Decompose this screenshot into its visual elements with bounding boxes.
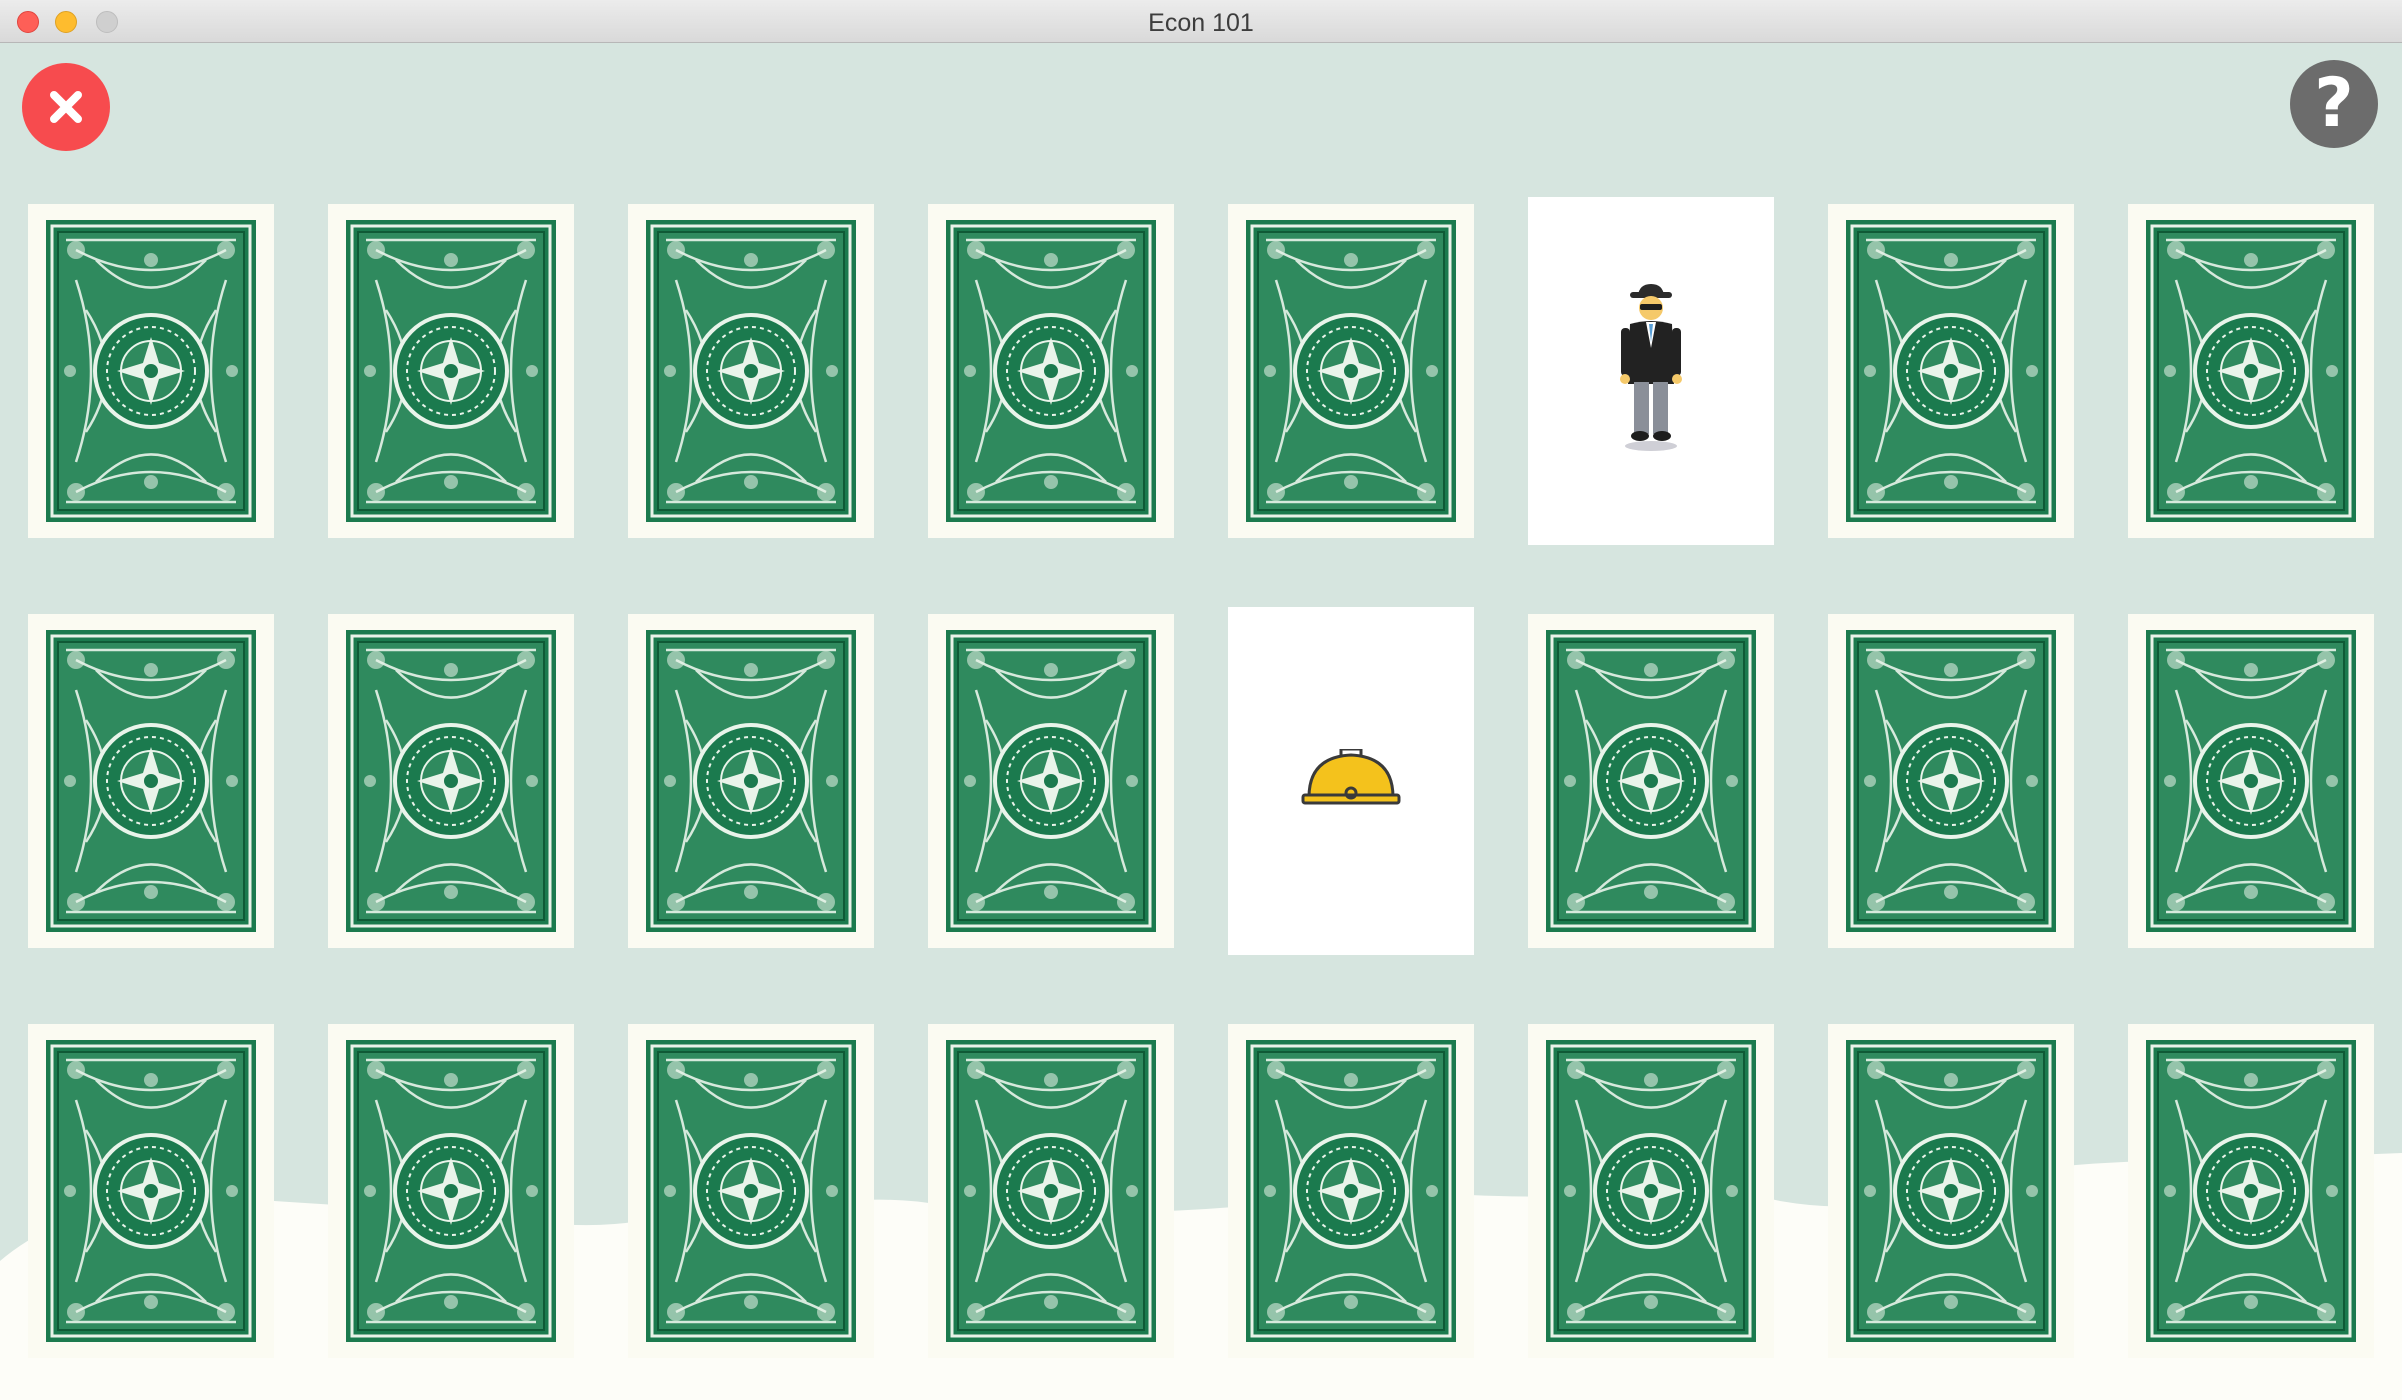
window-title: Econ 101 — [1148, 9, 1254, 37]
game-area: ? — [0, 43, 2402, 1400]
card-back-pattern — [946, 220, 1156, 522]
memory-card[interactable] — [928, 204, 1174, 538]
memory-card[interactable] — [1228, 1024, 1474, 1358]
memory-card[interactable] — [928, 614, 1174, 948]
card-back-pattern — [346, 630, 556, 932]
memory-card[interactable] — [2128, 614, 2374, 948]
card-back-pattern — [2146, 1040, 2356, 1342]
memory-card[interactable] — [2128, 204, 2374, 538]
memory-card[interactable] — [328, 1024, 574, 1358]
memory-card[interactable] — [28, 1024, 274, 1358]
card-back-pattern — [646, 220, 856, 522]
question-mark-icon: ? — [2314, 64, 2354, 143]
card-back-pattern — [1546, 1040, 1756, 1342]
memory-card[interactable] — [628, 204, 874, 538]
card-back-pattern — [46, 1040, 256, 1342]
memory-card[interactable] — [2128, 1024, 2374, 1358]
card-back-pattern — [946, 1040, 1156, 1342]
card-back-pattern — [46, 630, 256, 932]
memory-card[interactable] — [628, 614, 874, 948]
memory-card[interactable] — [1528, 197, 1774, 545]
window-title-bar: Econ 101 — [0, 0, 2402, 43]
memory-card[interactable] — [928, 1024, 1174, 1358]
card-back-pattern — [646, 1040, 856, 1342]
memory-card[interactable] — [1528, 1024, 1774, 1358]
memory-card[interactable] — [328, 204, 574, 538]
card-back-pattern — [1246, 220, 1456, 522]
close-game-button[interactable] — [22, 63, 110, 151]
memory-card[interactable] — [1828, 204, 2074, 538]
card-back-pattern — [1246, 1040, 1456, 1342]
memory-card[interactable] — [628, 1024, 874, 1358]
businessman-icon — [1616, 283, 1686, 459]
memory-card[interactable] — [1828, 1024, 2074, 1358]
card-back-pattern — [646, 630, 856, 932]
memory-card[interactable] — [1228, 607, 1474, 955]
card-back-pattern — [946, 630, 1156, 932]
memory-card[interactable] — [28, 614, 274, 948]
help-button[interactable]: ? — [2290, 60, 2378, 148]
card-back-pattern — [2146, 220, 2356, 522]
card-back-pattern — [346, 220, 556, 522]
card-back-pattern — [1546, 630, 1756, 932]
card-back-pattern — [2146, 630, 2356, 932]
card-back-pattern — [346, 1040, 556, 1342]
card-back-pattern — [46, 220, 256, 522]
memory-card[interactable] — [1828, 614, 2074, 948]
close-icon — [50, 91, 82, 123]
memory-card[interactable] — [1528, 614, 1774, 948]
card-back-pattern — [1846, 1040, 2056, 1342]
memory-card[interactable] — [28, 204, 274, 538]
memory-card[interactable] — [328, 614, 574, 948]
card-back-pattern — [1846, 220, 2056, 522]
hard-hat-icon — [1301, 747, 1401, 814]
memory-card[interactable] — [1228, 204, 1474, 538]
card-back-pattern — [1846, 630, 2056, 932]
